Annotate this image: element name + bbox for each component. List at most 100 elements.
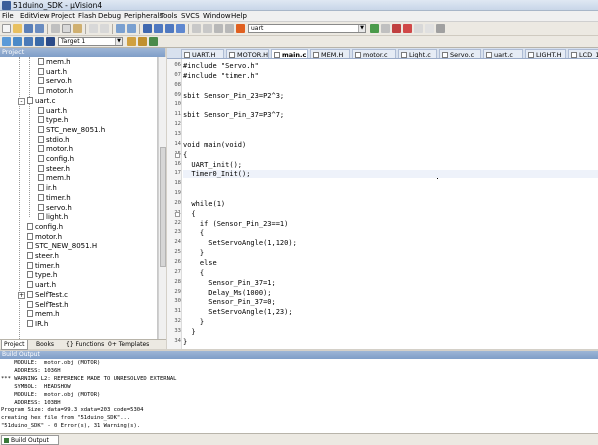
tree-item[interactable]: config.h xyxy=(27,222,63,233)
project-tab-3[interactable]: 0+ Templates xyxy=(106,340,151,350)
tree-item[interactable]: ir.h xyxy=(38,184,57,194)
collapse-icon[interactable]: - xyxy=(18,97,25,105)
tree-item[interactable]: STC_NEW_8051.H xyxy=(27,242,97,252)
project-scrollbar[interactable] xyxy=(158,57,166,339)
batch-build-icon[interactable] xyxy=(35,37,44,46)
tree-item[interactable]: servo.h xyxy=(38,203,72,214)
unindent-icon[interactable] xyxy=(203,24,212,33)
build-output-panel[interactable]: MODULE: motor.obj (MOTOR) ADDRESS: 1036H… xyxy=(0,359,598,433)
tree-item[interactable]: motor.h xyxy=(38,145,73,155)
save-icon[interactable] xyxy=(24,24,33,33)
build-icon[interactable] xyxy=(13,37,22,46)
tree-item[interactable]: uart.h xyxy=(27,281,56,291)
editor-tab-uart-h[interactable]: UART.H xyxy=(181,49,224,58)
uncomment-icon[interactable] xyxy=(225,24,234,33)
tree-item[interactable]: motor.h xyxy=(27,232,62,243)
tree-item[interactable]: SelfTest.h xyxy=(27,300,69,311)
tree-item[interactable]: IR.h xyxy=(27,319,48,330)
tree-item[interactable]: stdio.h xyxy=(38,135,70,146)
tree-item[interactable]: uart.c xyxy=(27,96,55,107)
tree-item[interactable]: motor.h xyxy=(38,87,73,97)
editor-tab-light-h[interactable]: LIGHT.H xyxy=(525,49,566,58)
indent-icon[interactable] xyxy=(192,24,201,33)
find-in-files-icon[interactable] xyxy=(236,24,245,33)
editor-tab-uart-c[interactable]: uart.c xyxy=(483,49,523,58)
paste-icon[interactable] xyxy=(73,24,82,33)
tree-item[interactable]: config.h xyxy=(38,155,74,165)
tree-item[interactable]: type.h xyxy=(27,271,57,281)
editor-tab-lcd-128[interactable]: LCD_128 xyxy=(568,49,598,58)
configure-icon[interactable] xyxy=(425,24,434,33)
menu-view[interactable]: View xyxy=(33,11,50,22)
next-bookmark-icon[interactable] xyxy=(165,24,174,33)
tree-item[interactable]: mem.h xyxy=(38,174,71,184)
tree-item[interactable]: uart.h xyxy=(38,106,67,117)
copy-icon[interactable] xyxy=(62,24,71,33)
editor-tab-main-c[interactable]: main.c xyxy=(271,49,308,58)
redo-icon[interactable] xyxy=(100,24,109,33)
tree-item[interactable]: SelfTest.c xyxy=(27,290,68,301)
tree-item[interactable]: servo.h xyxy=(38,77,72,87)
editor-tab-servo-c[interactable]: Servo.c xyxy=(439,49,481,58)
target-combo[interactable]: Target 1 ▼ xyxy=(58,37,123,46)
editor-tab-light-c[interactable]: Light.c xyxy=(398,49,437,58)
chevron-down-icon[interactable]: ▼ xyxy=(115,38,122,45)
find-combo[interactable]: uart ▼ xyxy=(248,24,366,33)
editor-tab-mem-h[interactable]: MEM.H xyxy=(310,49,350,58)
navigate-forward-icon[interactable] xyxy=(127,24,136,33)
tree-item[interactable]: light.h xyxy=(38,213,68,223)
menu-edit[interactable]: Edit xyxy=(20,11,34,22)
window-icon[interactable] xyxy=(414,24,423,33)
rebuild-icon[interactable] xyxy=(24,37,33,46)
undo-icon[interactable] xyxy=(89,24,98,33)
menu-tools[interactable]: Tools xyxy=(160,11,177,22)
project-tab-1[interactable]: Books xyxy=(34,340,56,350)
download-icon[interactable] xyxy=(46,37,55,46)
tree-item[interactable]: timer.h xyxy=(38,193,71,204)
save-all-icon[interactable] xyxy=(35,24,44,33)
editor-tab-motor-c[interactable]: motor.c xyxy=(352,49,396,58)
copy-target-icon[interactable] xyxy=(138,37,147,46)
menu-peripherals[interactable]: Peripherals xyxy=(124,11,163,22)
build-output-tab[interactable]: Build Output xyxy=(1,435,59,445)
prev-bookmark-icon[interactable] xyxy=(154,24,163,33)
code-editor[interactable]: 0607080910111213141516171819202122232425… xyxy=(167,59,598,349)
tree-item[interactable]: uart.h xyxy=(38,67,67,78)
menu-file[interactable]: File xyxy=(2,11,14,22)
bookmark-icon[interactable] xyxy=(143,24,152,33)
navigate-back-icon[interactable] xyxy=(116,24,125,33)
tree-item[interactable]: mem.h xyxy=(27,310,60,320)
project-tab-2[interactable]: {} Functions xyxy=(64,340,106,350)
open-folder-icon[interactable] xyxy=(13,24,22,33)
wrench-icon[interactable] xyxy=(436,24,445,33)
translate-icon[interactable] xyxy=(2,37,11,46)
tree-item[interactable]: mem.h xyxy=(38,58,71,68)
clear-bookmarks-icon[interactable] xyxy=(176,24,185,33)
project-tab-0[interactable]: Project xyxy=(1,340,28,350)
manage-components-icon[interactable] xyxy=(149,37,158,46)
scrollbar-thumb[interactable] xyxy=(160,147,166,267)
menu-project[interactable]: Project xyxy=(51,11,75,22)
tree-item[interactable]: STC_new_8051.h xyxy=(38,125,105,136)
new-file-icon[interactable] xyxy=(2,24,11,33)
expand-icon[interactable]: + xyxy=(18,291,25,299)
find-icon[interactable] xyxy=(370,24,379,33)
debug-session-icon[interactable] xyxy=(392,24,401,33)
menu-svcs[interactable]: SVCS xyxy=(181,11,200,22)
menu-window[interactable]: Window xyxy=(203,11,231,22)
editor-tab-motor-h[interactable]: MOTOR.H xyxy=(226,49,269,58)
tree-item[interactable]: type.h xyxy=(38,116,68,126)
tree-item[interactable]: steer.h xyxy=(38,164,70,175)
target-options-icon[interactable] xyxy=(127,37,136,46)
fold-marker-icon[interactable] xyxy=(175,211,180,217)
incremental-find-icon[interactable] xyxy=(381,24,390,33)
chevron-down-icon[interactable]: ▼ xyxy=(358,25,365,32)
fold-marker-icon[interactable] xyxy=(175,152,180,158)
cut-icon[interactable] xyxy=(51,24,60,33)
comment-icon[interactable] xyxy=(214,24,223,33)
menu-debug[interactable]: Debug xyxy=(98,11,121,22)
tree-item[interactable]: timer.h xyxy=(27,261,60,272)
menu-help[interactable]: Help xyxy=(231,11,247,22)
menu-flash[interactable]: Flash xyxy=(78,11,96,22)
breakpoint-icon[interactable] xyxy=(403,24,412,33)
